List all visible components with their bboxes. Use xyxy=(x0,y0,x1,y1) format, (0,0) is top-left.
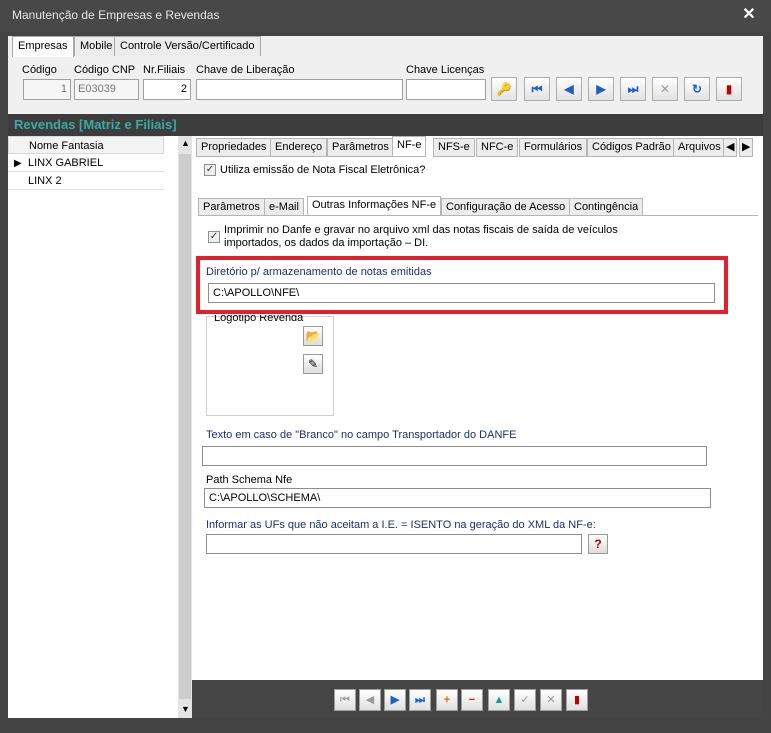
tab-controle-versao[interactable]: Controle Versão/Certificado xyxy=(114,36,261,56)
revendas-list: Nome Fantasia ▶ LINX GABRIEL LINX 2 ▲ ▼ xyxy=(8,136,192,718)
nfe-enabled-label: Utiliza emissão de Nota Fiscal Eletrônic… xyxy=(220,164,426,176)
imprimir-di-label-line1: Imprimir no Danfe e gravar no arquivo xm… xyxy=(224,224,618,236)
key-icon[interactable]: 🔑 xyxy=(491,77,517,101)
open-folder-icon[interactable]: 📂 xyxy=(303,326,323,346)
list-item[interactable]: LINX GABRIEL xyxy=(8,154,164,172)
tab-formularios[interactable]: Formulários xyxy=(519,138,588,157)
post-row-icon[interactable]: ✓ xyxy=(514,689,536,711)
codigo-cnp-label: Código CNP xyxy=(74,64,136,76)
ufs-isento-label: Informar as UFs que não aceitam a I.E. =… xyxy=(206,519,596,531)
codigo-cnp-field[interactable]: E03039 xyxy=(74,79,139,100)
tab-arquivos[interactable]: Arquivos xyxy=(673,138,726,157)
cancel-row-icon[interactable]: ✕ xyxy=(540,689,562,711)
chave-licencas-field[interactable] xyxy=(406,79,486,100)
exit-icon[interactable]: ▮ xyxy=(566,689,588,711)
exit-door-icon[interactable]: ▮ xyxy=(716,77,742,101)
nfe-enabled-checkbox[interactable]: ✓ xyxy=(204,164,216,176)
tab-propriedades[interactable]: Propriedades xyxy=(196,138,272,157)
tab-nfce[interactable]: NFC-e xyxy=(476,138,519,157)
tab-scroll-right-icon[interactable]: ▶ xyxy=(739,138,754,157)
path-schema-label: Path Schema Nfe xyxy=(206,474,293,486)
last-record-icon[interactable]: ⏭ xyxy=(620,77,646,101)
codigo-field[interactable]: 1 xyxy=(23,79,71,100)
refresh-icon[interactable]: ↻ xyxy=(684,77,710,101)
chave-liberacao-field[interactable] xyxy=(196,79,403,100)
nr-filiais-label: Nr.Filiais xyxy=(143,64,186,76)
path-schema-input[interactable]: C:\APOLLO\SCHEMA\ xyxy=(204,488,711,508)
first-record-icon[interactable]: ⏮ xyxy=(524,77,550,101)
codigo-label: Código xyxy=(22,64,57,76)
tab-nfe[interactable]: NF-e xyxy=(392,136,427,157)
next-row-icon[interactable]: ▶ xyxy=(384,689,406,711)
tab-mobile[interactable]: Mobile xyxy=(74,36,119,56)
scrollbar-thumb[interactable] xyxy=(179,154,191,699)
chave-liberacao-label: Chave de Liberação xyxy=(196,64,295,76)
delete-row-icon[interactable]: − xyxy=(461,689,483,711)
empresa-panel: Empresas Mobile Controle Versão/Certific… xyxy=(8,36,763,114)
tab-codigos-padrao[interactable]: Códigos Padrão xyxy=(587,138,676,157)
tab-contingencia[interactable]: Contingência xyxy=(569,198,644,216)
diretorio-label: Diretório p/ armazenamento de notas emit… xyxy=(206,266,432,278)
tab-empresas[interactable]: Empresas xyxy=(12,36,74,57)
nr-filiais-field[interactable]: 2 xyxy=(143,79,191,100)
tab-nfse[interactable]: NFS-e xyxy=(433,138,475,157)
last-row-icon[interactable]: ⏭ xyxy=(409,689,431,711)
main-window: Manutenção de Empresas e Revendas ✕ Empr… xyxy=(0,0,771,733)
scroll-down-icon[interactable]: ▼ xyxy=(181,704,190,714)
cancel-icon[interactable]: ✕ xyxy=(652,77,678,101)
tab-outras-informacoes[interactable]: Outras Informações NF-e xyxy=(307,196,442,216)
tab-configuracao-acesso[interactable]: Configuração de Acesso xyxy=(441,198,571,216)
tab-endereco[interactable]: Endereço xyxy=(270,138,328,157)
title-bar: Manutenção de Empresas e Revendas ✕ xyxy=(0,0,771,32)
edit-row-icon[interactable]: ▲ xyxy=(488,689,510,711)
chave-licencas-label: Chave Licenças xyxy=(406,64,485,76)
close-icon[interactable]: ✕ xyxy=(740,6,758,24)
prev-row-icon[interactable]: ◀ xyxy=(359,689,381,711)
list-scrollbar[interactable]: ▲ ▼ xyxy=(178,136,192,718)
texto-branco-label: Texto em caso de "Branco" no campo Trans… xyxy=(206,429,517,441)
tab-parametros[interactable]: Parâmetros xyxy=(327,138,394,157)
texto-branco-input[interactable] xyxy=(202,446,707,466)
ufs-isento-input[interactable] xyxy=(206,534,582,554)
imprimir-di-checkbox[interactable]: ✓ xyxy=(208,231,220,243)
revendas-header: Revendas [Matriz e Filiais] xyxy=(8,114,763,136)
imprimir-di-label-line2: importados, os dados da importação – DI. xyxy=(224,237,429,249)
first-row-icon[interactable]: ⏮ xyxy=(334,689,356,711)
uf-lookup-icon[interactable]: ? xyxy=(588,534,608,554)
insert-row-icon[interactable]: + xyxy=(436,689,458,711)
list-item[interactable]: LINX 2 xyxy=(8,172,164,190)
scroll-up-icon[interactable]: ▲ xyxy=(181,138,190,148)
tab-scroll-left-icon[interactable]: ◀ xyxy=(723,138,738,157)
clear-image-icon[interactable]: ✎ xyxy=(303,354,323,374)
tab-inner-parametros[interactable]: Parâmetros xyxy=(198,198,265,216)
list-header-nome-fantasia[interactable]: Nome Fantasia xyxy=(8,136,164,154)
diretorio-input[interactable]: C:\APOLLO\NFE\ xyxy=(208,283,715,303)
inner-tab-divider xyxy=(198,215,758,216)
next-record-icon[interactable]: ▶ xyxy=(588,77,614,101)
tab-inner-email[interactable]: e-Mail xyxy=(264,198,304,216)
prev-record-icon[interactable]: ◀ xyxy=(556,77,582,101)
window-title: Manutenção de Empresas e Revendas xyxy=(12,8,220,22)
